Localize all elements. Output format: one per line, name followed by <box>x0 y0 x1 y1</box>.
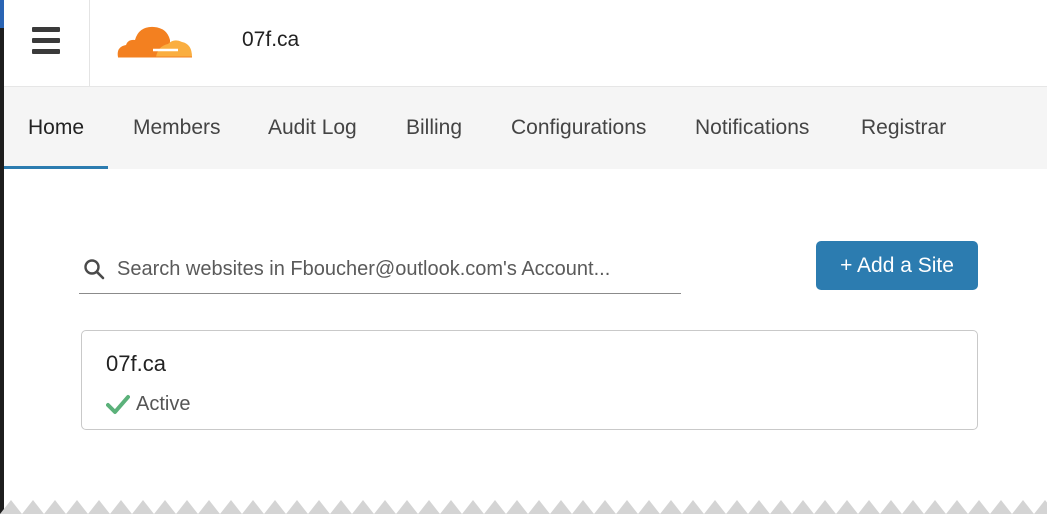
active-tab-indicator <box>4 166 108 169</box>
account-nav: Home Members Audit Log Billing Configura… <box>4 86 1047 169</box>
tab-home[interactable]: Home <box>4 87 108 169</box>
account-name: 07f.ca <box>242 28 300 51</box>
tab-configurations[interactable]: Configurations <box>487 87 670 169</box>
site-name: 07f.ca <box>106 351 166 376</box>
search-icon <box>84 259 105 280</box>
tab-billing[interactable]: Billing <box>382 87 486 169</box>
cloudflare-logo[interactable] <box>112 20 196 60</box>
top-header: 07f.ca <box>4 0 1047 86</box>
add-site-button[interactable]: + Add a Site <box>816 241 978 290</box>
check-icon <box>106 395 130 414</box>
tab-members[interactable]: Members <box>109 87 245 169</box>
tab-notifications[interactable]: Notifications <box>671 87 833 169</box>
status-text: Active <box>136 392 191 415</box>
site-card[interactable]: 07f.ca Active <box>81 330 978 430</box>
site-status: Active <box>106 391 190 417</box>
torn-edge-decoration <box>0 498 1047 514</box>
header-divider <box>89 0 90 86</box>
tab-registrar[interactable]: Registrar <box>837 87 970 169</box>
hamburger-icon[interactable] <box>28 22 64 60</box>
site-search <box>79 245 681 294</box>
search-input[interactable] <box>117 251 677 287</box>
tab-audit-log[interactable]: Audit Log <box>244 87 381 169</box>
